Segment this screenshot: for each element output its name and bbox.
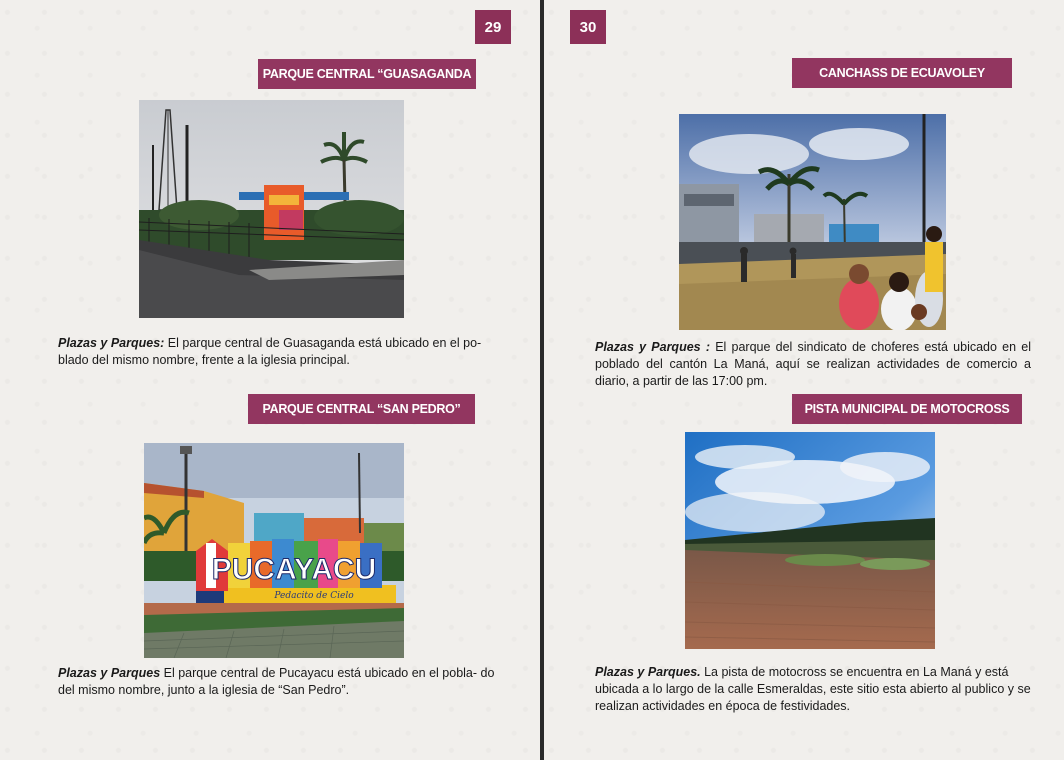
pucayacu-sign-text: PUCAYACU: [212, 553, 377, 586]
section-caption: Plazas y Parques: El parque central de G…: [58, 335, 490, 369]
photo-pucayacu-sign: PUCAYACU Pedacito de Cielo: [144, 443, 404, 658]
section-banner: CANCHASS DE ECUAVOLEY: [792, 58, 1012, 88]
page-30: 30 CANCHASS DE ECUAVOLEY Plazas y Parque…: [544, 0, 1064, 760]
pucayacu-sign-subtitle: Pedacito de Cielo: [273, 591, 354, 601]
caption-category: Plazas y Parques:: [58, 336, 165, 350]
caption-category: Plazas y Parques: [58, 666, 161, 680]
caption-category: Plazas y Parques :: [595, 340, 710, 354]
photo-guasaganda-park: [139, 100, 404, 318]
section-caption: Plazas y Parques : El parque del sindica…: [595, 339, 1031, 390]
section-caption: Plazas y Parques. La pista de motocross …: [595, 664, 1045, 715]
section-caption: Plazas y Parques El parque central de Pu…: [58, 665, 498, 699]
section-banner: PISTA MUNICIPAL DE MOTOCROSS: [792, 394, 1022, 424]
section-banner: PARQUE CENTRAL “GUASAGANDA: [258, 59, 476, 89]
photo-motocross-track: [685, 432, 935, 649]
caption-category: Plazas y Parques.: [595, 665, 701, 679]
page-29: 29 PARQUE CENTRAL “GUASAGANDA Plazas y P…: [0, 0, 540, 760]
photo-ecuavoley-court: [679, 114, 946, 330]
page-number: 30: [570, 10, 606, 44]
page-number: 29: [475, 10, 511, 44]
section-banner: PARQUE CENTRAL “SAN PEDRO”: [248, 394, 475, 424]
